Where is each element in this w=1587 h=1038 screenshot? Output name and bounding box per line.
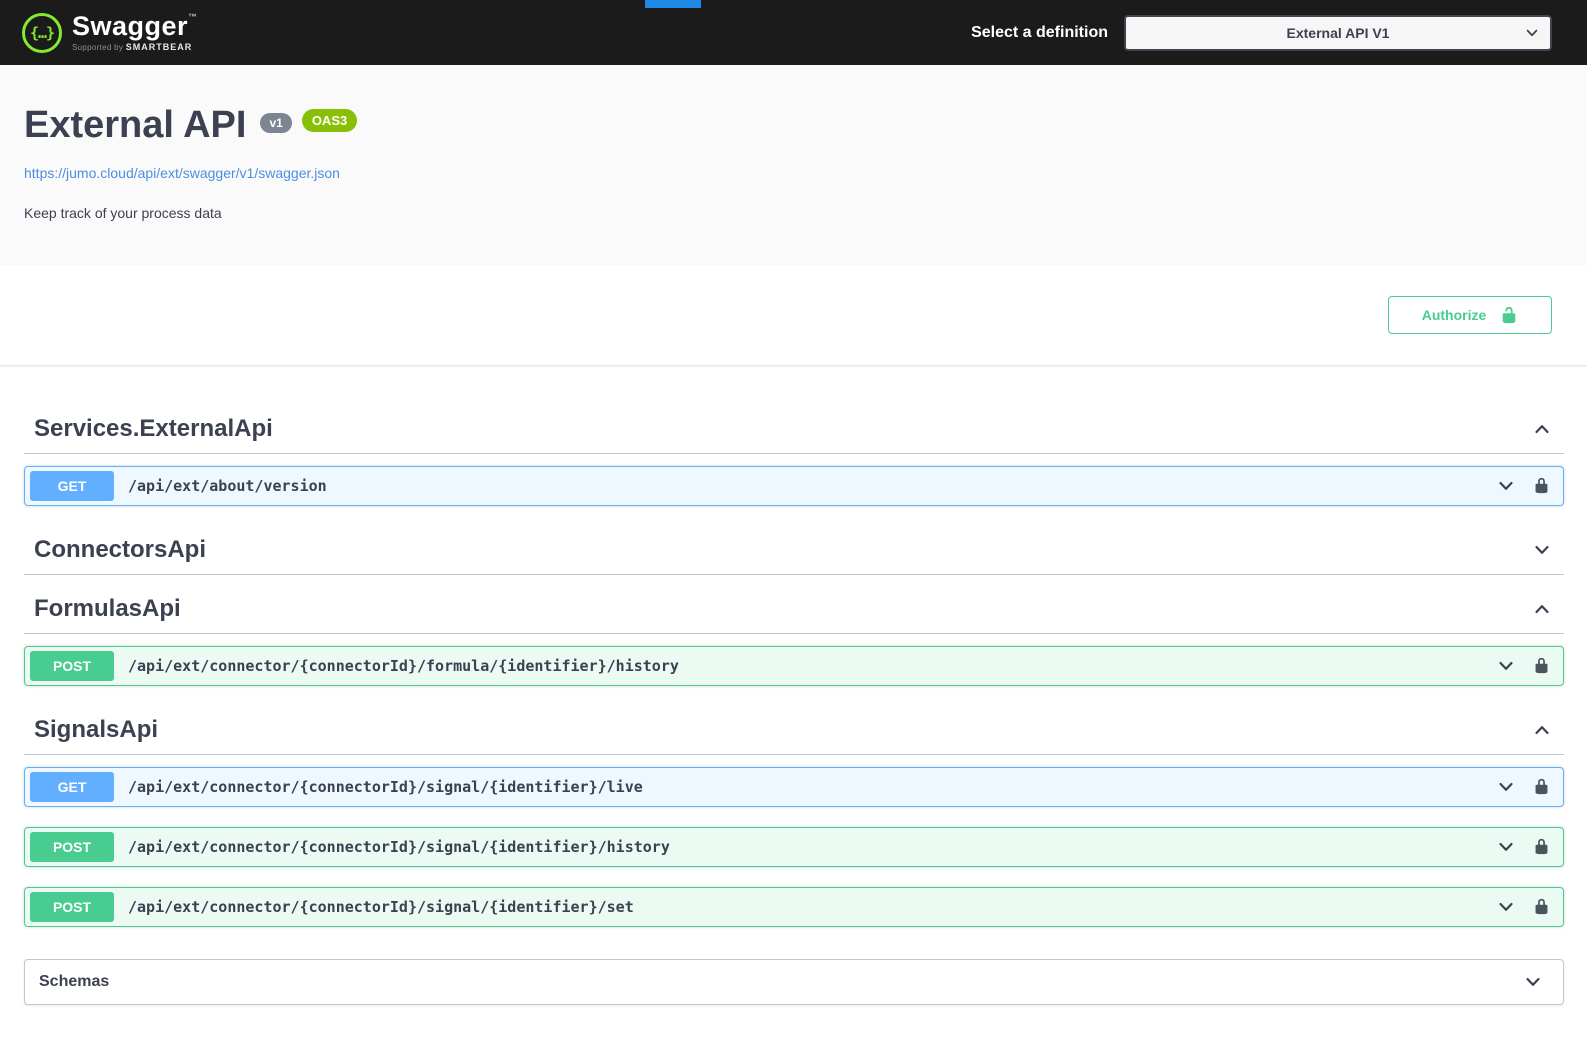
method-badge: POST <box>30 892 114 922</box>
trademark-mark: ™ <box>188 12 198 22</box>
chevron-down-icon[interactable] <box>1496 476 1516 496</box>
scheme-container: Authorize <box>0 265 1587 365</box>
schemas-title: Schemas <box>39 973 109 991</box>
brand-name: Swagger™ <box>72 13 198 40</box>
section-title: SignalsApi <box>34 716 158 744</box>
lock-icon[interactable] <box>1533 477 1550 494</box>
chevron-down-icon[interactable] <box>1496 656 1516 676</box>
chevron-down-icon[interactable] <box>1496 897 1516 917</box>
section-formulasapi: FormulasApi POST /api/ext/connector/{con… <box>24 585 1564 686</box>
oas3-badge: OAS3 <box>302 109 357 132</box>
chevron-down-icon[interactable] <box>1523 972 1543 992</box>
operations-container: Services.ExternalApi GET /api/ext/about/… <box>0 385 1587 1005</box>
lock-icon[interactable] <box>1533 838 1550 855</box>
operation-controls <box>1496 476 1558 496</box>
operation-path: /api/ext/connector/{connectorId}/formula… <box>128 657 679 675</box>
method-badge: GET <box>30 471 114 501</box>
operation-get-about-version[interactable]: GET /api/ext/about/version <box>24 466 1564 506</box>
chevron-up-icon[interactable] <box>1532 419 1552 439</box>
top-blue-indicator <box>645 0 701 8</box>
topbar: {…} Swagger™ Supported by SMARTBEAR Sele… <box>0 0 1587 65</box>
unlock-icon <box>1500 306 1518 324</box>
operation-path: /api/ext/about/version <box>128 477 327 495</box>
chevron-up-icon[interactable] <box>1532 720 1552 740</box>
section-header-formulasapi[interactable]: FormulasApi <box>24 585 1564 634</box>
operation-post-signal-set[interactable]: POST /api/ext/connector/{connectorId}/si… <box>24 887 1564 927</box>
section-title: ConnectorsApi <box>34 536 206 564</box>
operation-get-signal-live[interactable]: GET /api/ext/connector/{connectorId}/sig… <box>24 767 1564 807</box>
operation-path: /api/ext/connector/{connectorId}/signal/… <box>128 778 643 796</box>
api-description: Keep track of your process data <box>24 205 1563 221</box>
title-row: External API v1 OAS3 <box>24 105 1563 147</box>
section-title: Services.ExternalApi <box>34 415 273 443</box>
selected-definition-value: External API V1 <box>1287 25 1390 41</box>
swagger-brand: {…} Swagger™ Supported by SMARTBEAR <box>22 13 198 53</box>
spec-url-link[interactable]: https://jumo.cloud/api/ext/swagger/v1/sw… <box>24 165 340 181</box>
lock-icon[interactable] <box>1533 778 1550 795</box>
operation-post-signal-history[interactable]: POST /api/ext/connector/{connectorId}/si… <box>24 827 1564 867</box>
authorize-button[interactable]: Authorize <box>1388 296 1552 334</box>
operation-controls <box>1496 897 1558 917</box>
method-badge: POST <box>30 651 114 681</box>
chevron-down-icon[interactable] <box>1532 540 1552 560</box>
supported-by-text: Supported by SMARTBEAR <box>72 43 198 52</box>
operations-list: GET /api/ext/about/version <box>24 466 1564 506</box>
operation-post-formula-history[interactable]: POST /api/ext/connector/{connectorId}/fo… <box>24 646 1564 686</box>
section-header-connectorsapi[interactable]: ConnectorsApi <box>24 526 1564 575</box>
lock-icon[interactable] <box>1533 657 1550 674</box>
authorize-label: Authorize <box>1422 307 1487 323</box>
api-info-section: External API v1 OAS3 https://jumo.cloud/… <box>0 65 1587 265</box>
definition-select[interactable]: External API V1 <box>1124 15 1552 51</box>
chevron-down-icon[interactable] <box>1496 837 1516 857</box>
lock-icon[interactable] <box>1533 898 1550 915</box>
section-connectorsapi: ConnectorsApi <box>24 526 1564 575</box>
version-badge: v1 <box>260 113 291 133</box>
swagger-logo-icon: {…} <box>22 13 62 53</box>
section-header-services-externalapi[interactable]: Services.ExternalApi <box>24 405 1564 454</box>
schemas-section[interactable]: Schemas <box>24 959 1564 1005</box>
method-badge: POST <box>30 832 114 862</box>
section-services-externalapi: Services.ExternalApi GET /api/ext/about/… <box>24 405 1564 506</box>
operations-list: GET /api/ext/connector/{connectorId}/sig… <box>24 767 1564 927</box>
operations-list: POST /api/ext/connector/{connectorId}/fo… <box>24 646 1564 686</box>
method-badge: GET <box>30 772 114 802</box>
chevron-down-icon <box>1524 25 1540 41</box>
chevron-down-icon[interactable] <box>1496 777 1516 797</box>
brand-text: Swagger™ Supported by SMARTBEAR <box>72 13 198 52</box>
section-signalsapi: SignalsApi GET /api/ext/connector/{conne… <box>24 706 1564 927</box>
select-definition-label: Select a definition <box>971 24 1108 42</box>
page-title: External API <box>24 105 246 147</box>
section-title: FormulasApi <box>34 595 181 623</box>
operation-controls <box>1496 837 1558 857</box>
operation-path: /api/ext/connector/{connectorId}/signal/… <box>128 838 670 856</box>
chevron-up-icon[interactable] <box>1532 599 1552 619</box>
operation-path: /api/ext/connector/{connectorId}/signal/… <box>128 898 634 916</box>
section-header-signalsapi[interactable]: SignalsApi <box>24 706 1564 755</box>
operation-controls <box>1496 777 1558 797</box>
smartbear-wordmark: SMARTBEAR <box>126 42 193 52</box>
definition-bar: Select a definition External API V1 <box>971 15 1552 51</box>
operation-controls <box>1496 656 1558 676</box>
